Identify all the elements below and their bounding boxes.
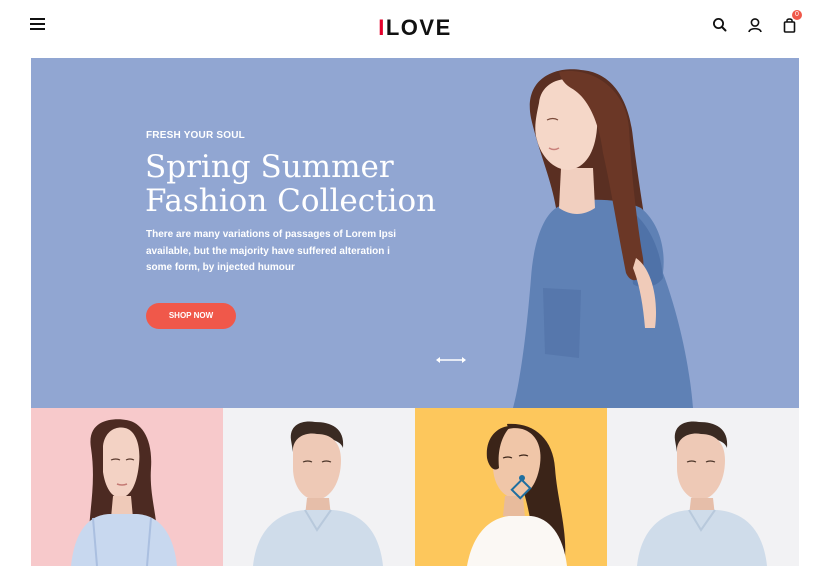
product-image-man-shirt <box>637 421 767 566</box>
site-header: ILOVE 0 <box>0 0 830 56</box>
product-tile-2[interactable] <box>223 408 415 566</box>
hero-desc-line-2: available, but the majority have suffere… <box>146 245 390 257</box>
user-icon[interactable] <box>746 16 764 34</box>
hero-model-image <box>513 69 693 408</box>
product-image-man-shirt <box>253 421 383 566</box>
product-image-woman-pink <box>71 419 177 566</box>
product-grid <box>31 408 799 566</box>
hero-banner: FRESH YOUR SOUL Spring Summer Fashion Co… <box>31 58 799 408</box>
product-tile-3[interactable] <box>415 408 607 566</box>
hero-title-line-2: Fashion Collection <box>145 183 437 219</box>
shop-now-button[interactable]: SHOP NOW <box>146 303 236 329</box>
product-tile-1[interactable] <box>31 408 223 566</box>
cart-count-badge: 0 <box>792 10 802 20</box>
hero-title: Spring Summer Fashion Collection <box>145 150 475 218</box>
hero-title-line-1: Spring Summer <box>145 149 394 185</box>
hero-desc-line-1: There are many variations of passages of… <box>146 229 396 240</box>
logo-accent: I <box>378 15 386 40</box>
site-logo[interactable]: ILOVE <box>0 14 830 42</box>
search-icon[interactable] <box>711 16 729 34</box>
shopping-bag-icon[interactable]: 0 <box>781 10 802 34</box>
product-image-woman-yellow <box>467 423 567 566</box>
slider-arrows-icon[interactable] <box>434 353 468 365</box>
hero-kicker: FRESH YOUR SOUL <box>146 130 245 141</box>
hero-description: There are many variations of passages of… <box>146 227 396 277</box>
logo-text: LOVE <box>385 15 452 40</box>
product-tile-4[interactable] <box>607 408 799 566</box>
hero-desc-line-3: some form, by injected humour <box>146 262 295 273</box>
